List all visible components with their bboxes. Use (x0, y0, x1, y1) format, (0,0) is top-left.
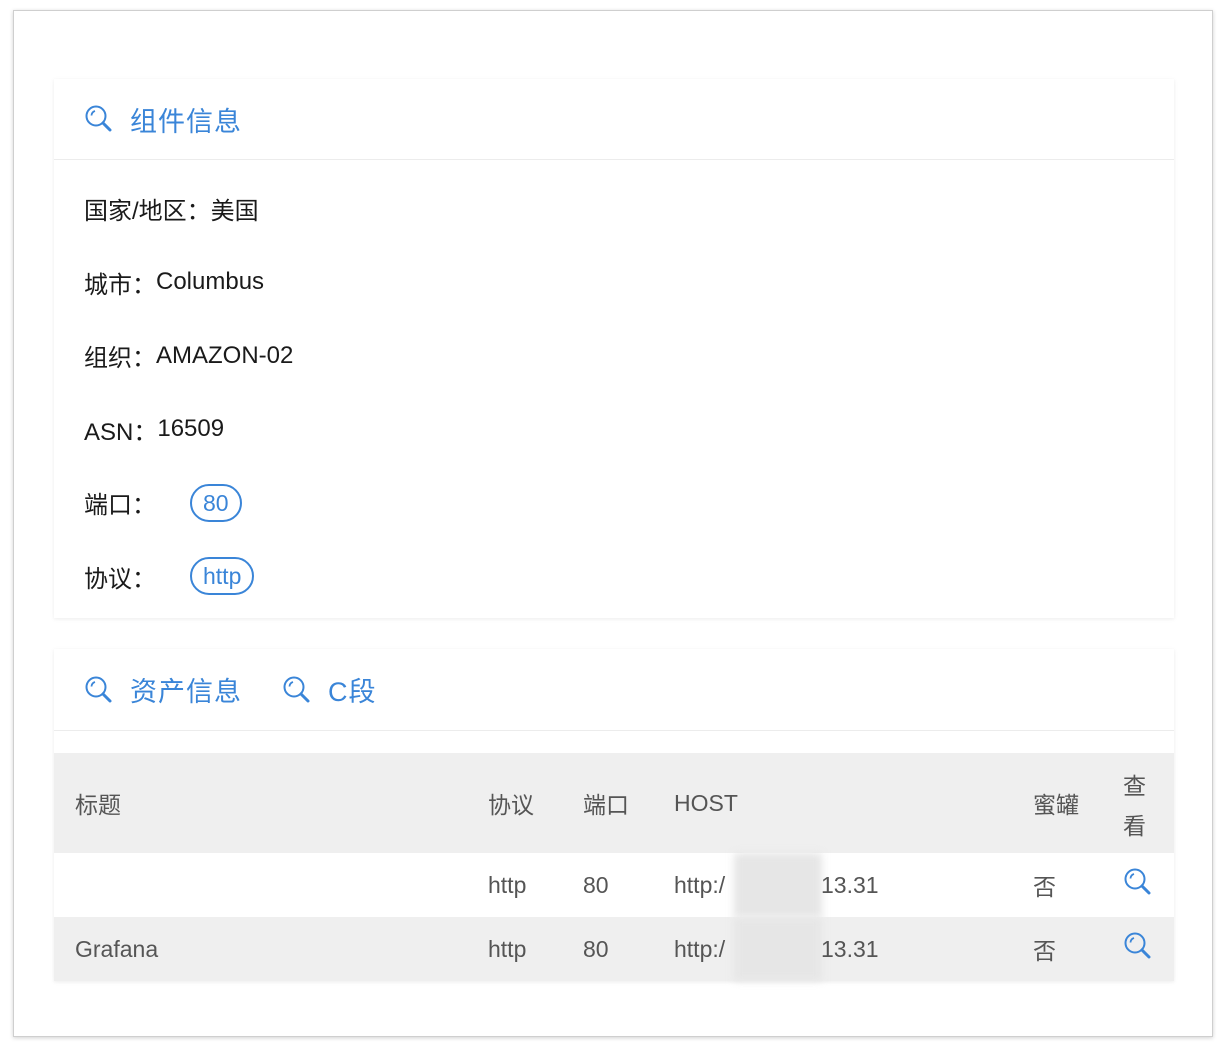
city-value: Columbus (156, 268, 265, 296)
tab-c-segment-label: C段 (328, 677, 377, 707)
info-row-port: 端口： 80 (84, 466, 1174, 540)
cell-honeypot: 否 (1033, 874, 1056, 900)
component-info-title-text: 组件信息 (130, 106, 242, 137)
asn-label: ASN： (84, 418, 158, 446)
component-info-list: 国家/地区： 美国 城市： Columbus 组织： AMAZON-02 ASN… (54, 160, 1174, 613)
component-info-title: 组件信息 (84, 100, 242, 139)
host-suffix: 13.31 (821, 872, 879, 898)
search-icon (85, 105, 112, 132)
table-row: Grafana http 80 http:/ 13.31 否 (54, 917, 1174, 981)
asn-value: 16509 (157, 415, 225, 443)
port-tag[interactable]: 80 (190, 483, 242, 522)
protocol-label: 协议： (84, 565, 156, 593)
table-header-row: 标题 协议 端口 HOST 蜜罐 查 看 (54, 753, 1174, 853)
asset-info-header: 资产信息 C段 (54, 649, 1174, 731)
info-row-org: 组织： AMAZON-02 (84, 319, 1174, 393)
cell-protocol: http (488, 871, 527, 898)
info-row-asn: ASN： 16509 (84, 393, 1174, 467)
header-host: HOST (674, 753, 1033, 853)
info-row-country: 国家/地区： 美国 (84, 172, 1174, 246)
host-prefix: http:/ (674, 935, 726, 962)
header-view: 查 看 (1123, 753, 1174, 853)
component-info-card: 组件信息 国家/地区： 美国 城市： Columbus 组织： AMAZON-0… (54, 79, 1174, 618)
header-view-char-1: 查 (1123, 773, 1146, 799)
component-info-header: 组件信息 (54, 79, 1174, 160)
cell-host[interactable]: http:/ 13.31 (674, 853, 1033, 917)
cell-view (1123, 917, 1174, 981)
view-search-icon[interactable] (1123, 931, 1153, 961)
search-icon (85, 676, 112, 702)
cell-port: 80 (583, 871, 609, 898)
cell-view (1123, 853, 1174, 917)
header-view-char-2: 看 (1123, 813, 1146, 839)
port-label: 端口： (84, 492, 156, 520)
page-frame: 组件信息 国家/地区： 美国 城市： Columbus 组织： AMAZON-0… (13, 10, 1213, 1037)
cell-port: 80 (583, 917, 674, 981)
tab-c-segment[interactable]: C段 (282, 670, 377, 709)
view-search-icon[interactable] (1123, 867, 1153, 897)
info-row-city: 城市： Columbus (84, 246, 1174, 320)
city-label: 城市： (84, 271, 156, 299)
tab-asset-info-label: 资产信息 (130, 677, 242, 707)
tab-asset-info[interactable]: 资产信息 (84, 670, 242, 709)
table-row: http 80 http:/ 13.31 否 (54, 853, 1174, 917)
cell-title: Grafana (54, 917, 488, 981)
cell-protocol: http (488, 917, 583, 981)
cell-host[interactable]: http:/ 13.31 (674, 917, 1033, 981)
asset-table: 标题 协议 端口 HOST 蜜罐 查 看 http 80 http:/ 13.3… (54, 753, 1174, 981)
header-protocol: 协议 (488, 753, 583, 853)
header-port: 端口 (583, 753, 674, 853)
cell-honeypot: 否 (1033, 917, 1123, 981)
org-label: 组织： (84, 345, 156, 373)
host-redaction-blur (734, 917, 822, 981)
country-label: 国家/地区： (84, 198, 211, 226)
cell-title (54, 853, 488, 917)
host-redaction-blur (734, 853, 822, 917)
country-value: 美国 (210, 198, 259, 226)
search-icon (283, 676, 310, 702)
header-title: 标题 (54, 753, 488, 853)
header-honeypot: 蜜罐 (1033, 753, 1123, 853)
host-suffix: 13.31 (821, 936, 879, 962)
info-row-protocol: 协议： http (84, 540, 1174, 614)
host-prefix: http:/ (674, 871, 726, 898)
protocol-tag[interactable]: http (190, 557, 255, 596)
asset-info-card: 资产信息 C段 标题 协议 端口 HOST 蜜罐 查 看 http 80 htt… (54, 649, 1174, 981)
org-value: AMAZON-02 (156, 341, 294, 369)
